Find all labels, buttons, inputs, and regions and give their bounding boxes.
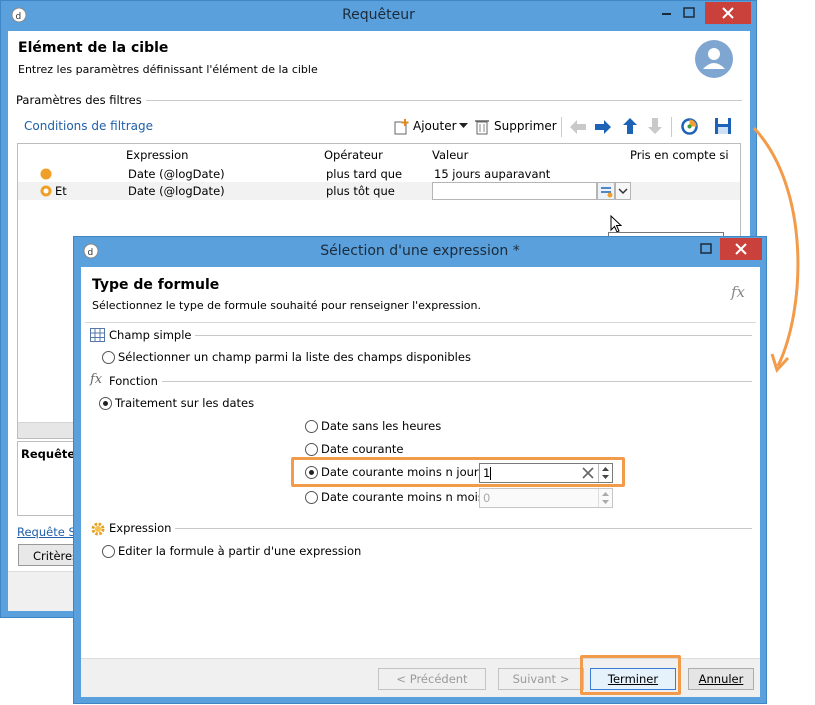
user-avatar-icon — [694, 39, 734, 79]
next-button[interactable]: Suivant > — [498, 668, 584, 690]
select-field-label[interactable]: Sélectionner un champ parmi la liste des… — [118, 350, 471, 364]
previous-button[interactable]: < Précédent — [378, 668, 486, 690]
arrow-right-icon[interactable] — [594, 119, 612, 135]
date-processing-radio[interactable] — [99, 397, 112, 410]
column-header-operator[interactable]: Opérateur — [324, 148, 383, 162]
date-no-hours-radio[interactable] — [305, 420, 318, 433]
current-minus-months-label[interactable]: Date courante moins n mois — [321, 490, 484, 504]
maximize-button[interactable] — [696, 239, 716, 259]
dialog-header-title: Type de formule — [92, 277, 220, 293]
and-condition-icon — [40, 185, 52, 197]
highlight-finish-button — [580, 655, 681, 695]
chevron-down-icon[interactable] — [459, 123, 468, 129]
function-separator — [109, 381, 752, 382]
current-date-radio[interactable] — [305, 443, 318, 456]
header-subtitle: Entrez les paramètres définissant l'élém… — [18, 63, 318, 76]
highlight-days-option — [291, 457, 625, 487]
column-header-condition[interactable]: Pris en compte si — [630, 148, 729, 162]
arrow-left-icon[interactable] — [569, 119, 587, 135]
select-field-radio[interactable] — [102, 351, 115, 364]
arrow-down-icon[interactable] — [647, 117, 663, 135]
conditions-link[interactable]: Conditions de filtrage — [24, 119, 153, 133]
row-operator: plus tôt que — [326, 184, 395, 198]
fx-icon: fx — [731, 283, 746, 301]
row-value: 15 jours auparavant — [434, 167, 551, 181]
expression-separator — [109, 528, 752, 529]
refresh-icon[interactable] — [680, 117, 699, 136]
save-icon[interactable] — [714, 117, 732, 135]
close-button[interactable] — [705, 2, 751, 24]
edit-formula-radio[interactable] — [102, 545, 115, 558]
window-title: Requêteur — [342, 7, 415, 23]
add-button[interactable]: Ajouter — [413, 119, 457, 133]
simple-field-separator — [109, 335, 752, 336]
header-title: Elément de la cible — [18, 40, 169, 56]
arrow-up-icon[interactable] — [622, 117, 638, 135]
row-expression: Date (@logDate) — [128, 167, 225, 181]
row-operator: plus tard que — [326, 167, 403, 181]
function-fx-icon: fx — [90, 372, 103, 387]
maximize-button[interactable] — [679, 3, 699, 23]
toolbar-divider — [561, 117, 562, 137]
months-input-value: 0 — [483, 491, 491, 505]
delete-button[interactable]: Supprimer — [494, 119, 557, 133]
current-minus-months-radio[interactable] — [305, 491, 318, 504]
spin-down-icon[interactable] — [598, 498, 612, 507]
cancel-button[interactable]: Annuler — [688, 668, 754, 690]
edit-formula-label[interactable]: Editer la formule à partir d'une express… — [118, 544, 361, 558]
close-button[interactable] — [720, 238, 762, 260]
mouse-cursor-icon — [610, 215, 622, 233]
row-prefix: Et — [55, 184, 67, 198]
status-dot-icon — [40, 168, 52, 180]
current-date-label[interactable]: Date courante — [321, 442, 403, 456]
value-input[interactable] — [432, 182, 597, 200]
filters-section-label: Paramètres des filtres — [16, 93, 146, 107]
function-section-label: Fonction — [109, 374, 162, 388]
table-row[interactable]: Date (@logDate) plus tard que 15 jours a… — [18, 165, 740, 182]
date-processing-label[interactable]: Traitement sur les dates — [115, 396, 254, 410]
spin-up-icon[interactable] — [598, 489, 612, 498]
grid-icon — [90, 328, 105, 342]
toolbar-divider — [671, 117, 672, 137]
months-input[interactable]: 0 — [479, 488, 613, 508]
dialog-header-subtitle: Sélectionnez le type de formule souhaité… — [92, 299, 481, 312]
trash-icon[interactable] — [474, 118, 490, 135]
requeteur-titlebar[interactable]: d Requêteur — [1, 1, 756, 31]
dialog-titlebar[interactable]: d Sélection d'une expression * — [74, 237, 766, 267]
simple-field-section-label: Champ simple — [109, 328, 196, 342]
table-header: Expression Opérateur Valeur Pris en comp… — [18, 144, 740, 162]
expression-section-label: Expression — [109, 521, 176, 535]
table-row[interactable]: Et Date (@logDate) plus tôt que — [18, 182, 740, 200]
dropdown-chevron-icon[interactable] — [615, 182, 631, 200]
dialog-title: Sélection d'une expression * — [320, 243, 520, 259]
date-no-hours-label[interactable]: Date sans les heures — [321, 419, 441, 433]
column-header-value[interactable]: Valeur — [432, 148, 468, 162]
row-expression: Date (@logDate) — [128, 184, 225, 198]
gear-icon — [90, 521, 106, 537]
edit-expression-icon[interactable] — [597, 182, 615, 200]
header-divider — [85, 322, 756, 323]
add-icon[interactable] — [393, 118, 411, 136]
column-header-expression[interactable]: Expression — [126, 148, 188, 162]
minimize-button[interactable] — [657, 3, 677, 23]
